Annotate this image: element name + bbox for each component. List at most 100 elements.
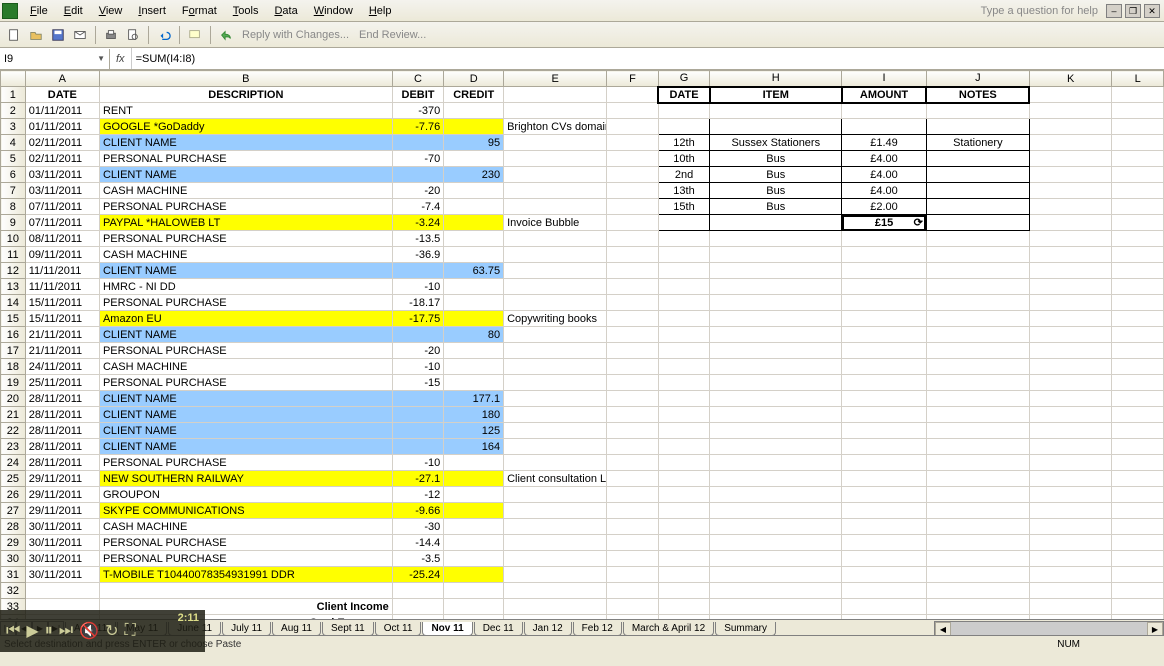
cell[interactable]	[444, 359, 504, 375]
cell[interactable]	[710, 391, 842, 407]
media-pause-icon[interactable]: ⏸	[45, 622, 53, 640]
cell[interactable]	[504, 359, 607, 375]
cell[interactable]: 07/11/2011	[25, 215, 99, 231]
cell[interactable]: 28/11/2011	[25, 407, 99, 423]
cell[interactable]: 15/11/2011	[25, 295, 99, 311]
cell[interactable]	[926, 263, 1029, 279]
cell[interactable]	[607, 359, 659, 375]
cell[interactable]	[607, 583, 659, 599]
cell[interactable]	[842, 439, 927, 455]
namebox-dropdown-icon[interactable]: ▼	[97, 54, 105, 63]
cell[interactable]: 28/11/2011	[25, 391, 99, 407]
cell[interactable]	[842, 567, 927, 583]
cell[interactable]	[842, 487, 927, 503]
cell[interactable]: Sussex Stationers	[710, 135, 842, 151]
sheet-tab[interactable]: Oct 11	[375, 622, 422, 636]
row-header[interactable]: 11	[1, 247, 26, 263]
cell[interactable]	[1029, 151, 1111, 167]
cell[interactable]	[926, 247, 1029, 263]
cell[interactable]	[658, 295, 710, 311]
cell[interactable]	[658, 215, 710, 231]
cell[interactable]	[926, 519, 1029, 535]
cell[interactable]	[842, 327, 927, 343]
cell[interactable]	[926, 199, 1029, 215]
cell[interactable]: -10	[392, 455, 444, 471]
cell[interactable]	[658, 535, 710, 551]
cell[interactable]	[504, 135, 607, 151]
cell[interactable]	[926, 215, 1029, 231]
cell[interactable]	[504, 167, 607, 183]
sheet-tab[interactable]: Summary	[715, 622, 776, 636]
cell[interactable]	[658, 391, 710, 407]
cell[interactable]	[1029, 343, 1111, 359]
cell[interactable]: £2.00	[842, 199, 927, 215]
cell[interactable]: CLIENT NAME	[99, 439, 392, 455]
cell[interactable]	[607, 247, 659, 263]
cell[interactable]	[842, 471, 927, 487]
cell[interactable]	[658, 455, 710, 471]
cell[interactable]	[926, 487, 1029, 503]
cell[interactable]	[99, 583, 392, 599]
cell[interactable]: 01/11/2011	[25, 119, 99, 135]
cell[interactable]: 29/11/2011	[25, 471, 99, 487]
cell[interactable]	[926, 167, 1029, 183]
cell[interactable]	[658, 583, 710, 599]
cell[interactable]: 03/11/2011	[25, 183, 99, 199]
cell[interactable]	[710, 215, 842, 231]
cell[interactable]: 12th	[658, 135, 710, 151]
cell[interactable]	[1029, 583, 1111, 599]
cell[interactable]	[842, 535, 927, 551]
mail-icon[interactable]	[70, 25, 90, 45]
cell[interactable]	[710, 455, 842, 471]
cell[interactable]	[710, 503, 842, 519]
cell[interactable]: -10	[392, 359, 444, 375]
cell[interactable]: 29/11/2011	[25, 503, 99, 519]
col-header[interactable]: D	[444, 71, 504, 87]
cell[interactable]	[1029, 423, 1111, 439]
col-header[interactable]: A	[25, 71, 99, 87]
cell[interactable]	[607, 375, 659, 391]
cell[interactable]	[1112, 263, 1164, 279]
cell[interactable]: CLIENT NAME	[99, 327, 392, 343]
cell[interactable]	[1029, 311, 1111, 327]
cell[interactable]: 28/11/2011	[25, 455, 99, 471]
cell[interactable]: -25.24	[392, 567, 444, 583]
row-header[interactable]: 18	[1, 359, 26, 375]
cell[interactable]: AMOUNT	[842, 87, 927, 103]
cell[interactable]	[444, 455, 504, 471]
cell[interactable]	[1112, 519, 1164, 535]
cell[interactable]	[607, 279, 659, 295]
cell[interactable]	[1029, 199, 1111, 215]
cell[interactable]	[1112, 471, 1164, 487]
cell[interactable]	[1029, 391, 1111, 407]
cell[interactable]: 80	[444, 327, 504, 343]
cell[interactable]	[1112, 567, 1164, 583]
cell[interactable]	[710, 439, 842, 455]
row-header[interactable]: 6	[1, 167, 26, 183]
cell[interactable]	[607, 391, 659, 407]
cell[interactable]: 15th	[658, 199, 710, 215]
row-header[interactable]: 30	[1, 551, 26, 567]
cell[interactable]	[392, 327, 444, 343]
cell[interactable]	[607, 199, 659, 215]
cell[interactable]	[710, 551, 842, 567]
cell[interactable]	[926, 359, 1029, 375]
close-button[interactable]: ✕	[1144, 4, 1160, 18]
cell[interactable]	[1029, 375, 1111, 391]
cell[interactable]: Bus	[710, 199, 842, 215]
cell[interactable]	[1029, 167, 1111, 183]
cell[interactable]	[1029, 87, 1111, 103]
row-header[interactable]: 29	[1, 535, 26, 551]
cell[interactable]	[842, 279, 927, 295]
menu-format[interactable]: Format	[174, 3, 225, 19]
cell[interactable]	[607, 119, 659, 135]
cell[interactable]	[444, 375, 504, 391]
row-header[interactable]: 7	[1, 183, 26, 199]
cell[interactable]	[607, 263, 659, 279]
cell[interactable]	[1029, 503, 1111, 519]
cell[interactable]	[710, 423, 842, 439]
cell[interactable]	[1029, 535, 1111, 551]
row-header[interactable]: 20	[1, 391, 26, 407]
print-icon[interactable]	[101, 25, 121, 45]
cell[interactable]	[842, 519, 927, 535]
